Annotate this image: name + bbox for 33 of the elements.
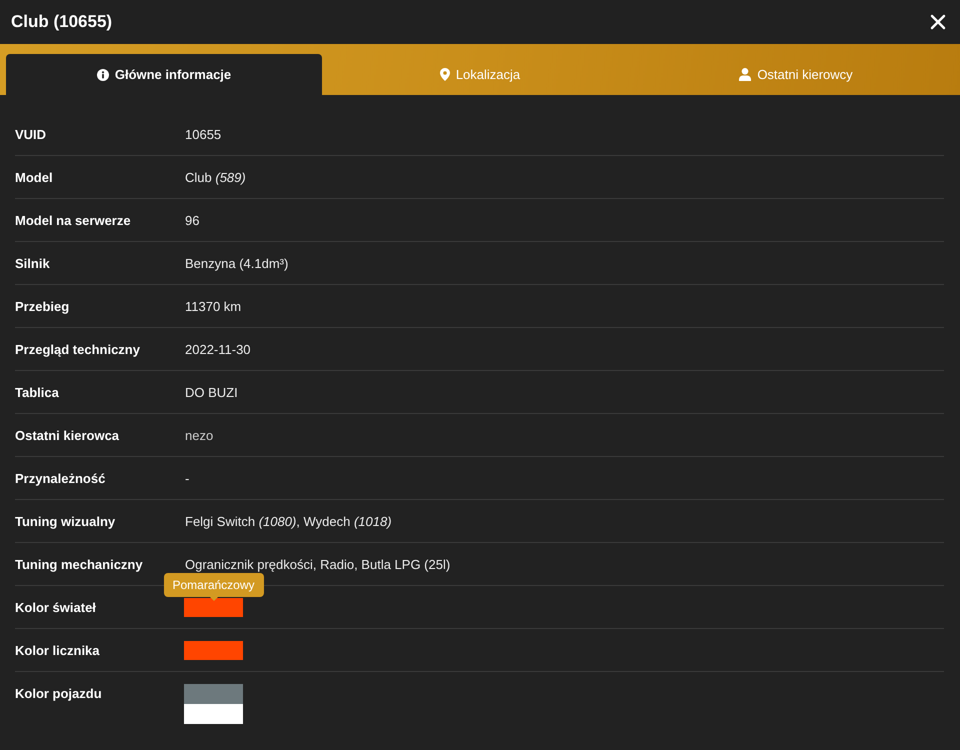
field-label: VUID [15,126,48,144]
driver-name-link[interactable]: nezo [185,426,214,445]
field-label: Silnik [15,255,51,273]
field-label: Przegląd techniczny [15,341,141,359]
tooltip: Pomarańczowy [163,573,264,601]
window-title: Club (10655) [11,11,112,33]
person-icon [739,68,752,81]
field-value: - [185,470,190,488]
field-label: Kolor licznika [15,642,101,660]
field-value: Ogranicznik prędkości, Radio, Butla LPG (25l) [185,556,450,574]
field-value: Club (589) [185,169,246,187]
field-value: 96 [185,212,200,230]
field-label: Model [15,169,54,187]
field-label: Tablica [15,384,60,402]
field-label: Tuning wizualny [15,513,116,531]
field-value: 2022-11-30 [185,341,251,359]
field-label: Kolor świateł [15,599,97,617]
field-value: DO BUZI [185,384,238,402]
field-value: Felgi Switch (1080), Wydech (1018) [185,513,392,531]
field-label: Tuning mechaniczny [15,556,144,574]
field-label: Model na serwerze [15,212,132,230]
close-button[interactable] [928,12,948,32]
field-label: Przynależność [15,470,106,488]
field-label: Przebieg [15,298,70,316]
info-icon [96,68,109,80]
field-label: Ostatni kierowca [15,427,120,445]
close-icon [930,14,946,30]
field-value: 10655 [185,126,222,144]
field-label: Kolor pojazdu [15,685,103,703]
tab[interactable]: Główne informacje [6,54,322,95]
location-pin-icon [440,68,450,81]
field-value: 11370 km [185,298,242,316]
field-value: Benzyna (4.1dm³) [185,255,288,273]
